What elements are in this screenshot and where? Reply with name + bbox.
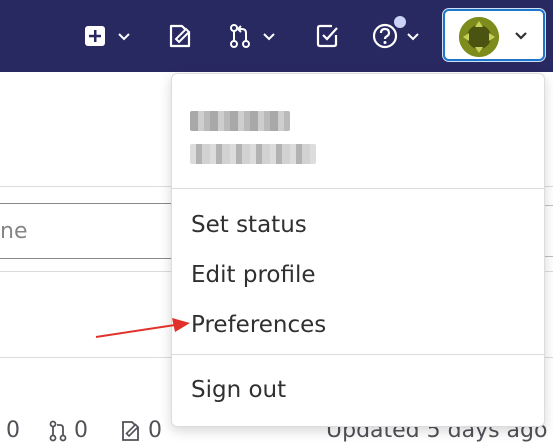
issues-count[interactable]: 0 [120,418,162,443]
user-handle-redacted [190,144,316,164]
issues-count-value: 0 [148,418,162,443]
plus-square-icon [85,26,105,46]
todos-nav-button[interactable] [308,16,348,56]
chevron-down-icon [407,33,419,41]
todo-checkbox-icon [316,24,338,48]
create-new-dropdown[interactable] [80,16,136,56]
merge-request-icon [49,420,67,441]
forks-count[interactable]: 0 [6,418,20,443]
merge-request-icon [230,24,250,48]
preferences-item[interactable]: Preferences [172,303,544,347]
help-notification-dot [392,14,408,30]
issues-icon [169,24,191,48]
merge-requests-count-value: 0 [74,418,88,443]
user-dropdown-menu: Set status Edit profile Preferences Sign… [171,73,545,427]
dropdown-divider [172,188,544,189]
chevron-down-icon [118,33,130,41]
forks-count-value: 0 [6,418,20,443]
sign-out-item[interactable]: Sign out [172,368,544,412]
issues-icon [122,420,140,441]
edit-profile-item[interactable]: Edit profile [172,253,544,297]
chevron-down-icon [515,32,527,40]
merge-requests-count[interactable]: 0 [48,418,88,443]
set-status-item[interactable]: Set status [172,203,544,247]
top-navbar [0,0,553,72]
avatar-identicon [459,17,499,57]
user-menu-toggle[interactable] [443,9,545,61]
search-input-text: ne [0,219,28,244]
dropdown-divider [172,354,544,355]
issues-nav-button[interactable] [160,16,200,56]
user-name-redacted [190,111,290,131]
user-avatar [459,17,499,57]
merge-requests-dropdown[interactable] [222,16,282,56]
chevron-down-icon [263,33,275,41]
